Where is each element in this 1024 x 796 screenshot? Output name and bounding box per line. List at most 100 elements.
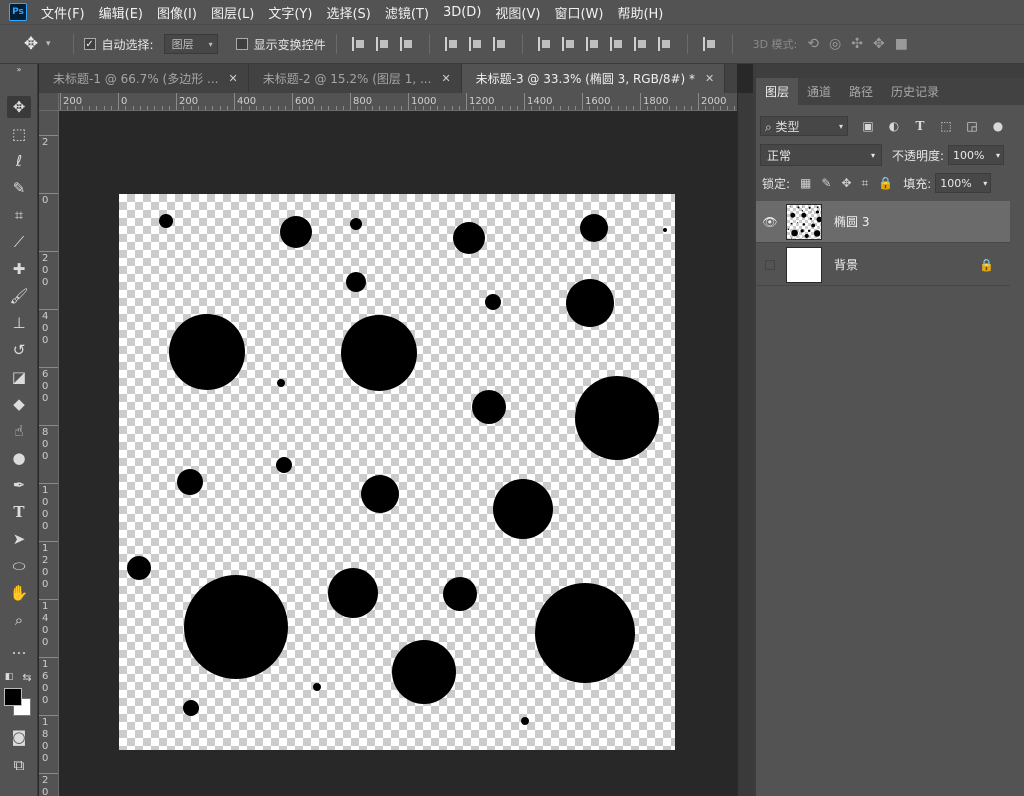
- eye-icon[interactable]: 👁: [756, 215, 784, 229]
- screen-mode-icon[interactable]: ⧉: [7, 754, 31, 776]
- move-tool-icon[interactable]: ✥: [20, 34, 42, 54]
- menu-view[interactable]: 视图(V): [495, 3, 540, 22]
- close-icon[interactable]: ✕: [705, 72, 714, 85]
- tab-channels[interactable]: 通道: [798, 78, 840, 105]
- menu-type[interactable]: 文字(Y): [268, 3, 312, 22]
- path-selection-tool-icon[interactable]: ➤: [7, 528, 31, 550]
- marquee-tool-icon[interactable]: ⬚: [7, 123, 31, 145]
- lasso-tool-icon[interactable]: ℓ: [7, 150, 31, 172]
- menu-window[interactable]: 窗口(W): [554, 3, 603, 22]
- layer-name[interactable]: 椭圆 3: [834, 213, 869, 230]
- align-hcenter-icon[interactable]: [468, 37, 483, 51]
- menu-image[interactable]: 图像(I): [157, 3, 197, 22]
- lock-artboard-icon[interactable]: ⌗: [862, 176, 869, 191]
- 3d-scale-icon[interactable]: ■: [895, 36, 908, 52]
- zoom-tool-icon[interactable]: ⌕: [7, 609, 31, 631]
- sponge-tool-icon[interactable]: ●: [7, 447, 31, 469]
- document-canvas[interactable]: [119, 194, 675, 750]
- pen-tool-icon[interactable]: ✒: [7, 474, 31, 496]
- layer-name[interactable]: 背景: [834, 256, 858, 273]
- close-icon[interactable]: ✕: [228, 72, 237, 85]
- lock-all-icon[interactable]: 🔒: [878, 176, 893, 190]
- move-tool-icon[interactable]: ✥: [7, 96, 31, 118]
- brush-tool-icon[interactable]: 🖌: [7, 285, 31, 307]
- ruler-corner[interactable]: [39, 93, 59, 111]
- tool-preset-chevron-icon[interactable]: ▾: [46, 39, 51, 49]
- ruler-tick: [39, 135, 58, 136]
- opacity-input[interactable]: 100% ▾: [948, 145, 1005, 165]
- vertical-scrollbar[interactable]: [737, 93, 753, 796]
- distribute-hcenter-icon[interactable]: [633, 37, 648, 51]
- filter-type-icon[interactable]: T: [914, 119, 926, 133]
- tab-document-2[interactable]: 未标题-2 @ 15.2% (图层 1, ... ✕: [249, 64, 462, 93]
- close-icon[interactable]: ✕: [441, 72, 450, 85]
- paint-bucket-tool-icon[interactable]: ◆: [7, 393, 31, 415]
- menu-3d[interactable]: 3D(D): [443, 5, 481, 20]
- layer-row[interactable]: 背景 🔒: [756, 244, 1010, 286]
- more-tools-icon[interactable]: …: [7, 638, 31, 660]
- blend-mode-select[interactable]: 正常 ▾: [760, 144, 882, 166]
- auto-select-dropdown[interactable]: 图层 ▾: [163, 34, 218, 54]
- panel-header[interactable]: [756, 64, 1024, 78]
- align-bottom-icon[interactable]: [399, 37, 414, 51]
- menu-layer[interactable]: 图层(L): [211, 3, 254, 22]
- hand-tool-icon[interactable]: ✋: [7, 582, 31, 604]
- menu-help[interactable]: 帮助(H): [617, 3, 663, 22]
- menu-edit[interactable]: 编辑(E): [99, 3, 143, 22]
- history-brush-tool-icon[interactable]: ↺: [7, 339, 31, 361]
- visibility-toggle[interactable]: [765, 259, 775, 270]
- quick-mask-icon[interactable]: ◙: [7, 726, 31, 748]
- distribute-vcenter-icon[interactable]: [561, 37, 576, 51]
- layer-row[interactable]: 👁 椭圆 3: [756, 201, 1010, 243]
- ellipse-tool-icon[interactable]: ⬭: [7, 555, 31, 577]
- crop-tool-icon[interactable]: ⌗: [7, 204, 31, 226]
- eyedropper-tool-icon[interactable]: ⟋: [7, 231, 31, 253]
- lock-transparent-icon[interactable]: ▦: [800, 176, 811, 190]
- menu-filter[interactable]: 滤镜(T): [385, 3, 429, 22]
- align-right-icon[interactable]: [492, 37, 507, 51]
- horizontal-ruler[interactable]: 200 0 200 400 600 800 1000 1200 1400 1600 1800 2000: [59, 93, 737, 111]
- tab-layers[interactable]: 图层: [756, 78, 799, 105]
- distribute-left-icon[interactable]: [609, 37, 624, 51]
- auto-align-icon[interactable]: [702, 37, 717, 51]
- fill-input[interactable]: 100% ▾: [935, 173, 992, 193]
- default-colors-icon[interactable]: ◧: [2, 666, 16, 688]
- 3d-slide-icon[interactable]: ✥: [873, 36, 885, 52]
- align-left-icon[interactable]: [444, 37, 459, 51]
- tab-history[interactable]: 历史记录: [882, 78, 948, 105]
- vertical-ruler[interactable]: 2 0 200 400 600 800 1000 1200 1400 1600 1800 2000: [39, 111, 59, 796]
- filter-shape-icon[interactable]: ⬚: [940, 119, 952, 133]
- filter-pixel-icon[interactable]: ▣: [862, 119, 874, 133]
- menu-select[interactable]: 选择(S): [326, 3, 370, 22]
- auto-select-checkbox[interactable]: ✓: [83, 38, 96, 50]
- healing-brush-tool-icon[interactable]: ✚: [7, 258, 31, 280]
- type-tool-icon[interactable]: T: [7, 501, 31, 523]
- menu-file[interactable]: 文件(F): [41, 3, 85, 22]
- filter-toggle-icon[interactable]: ●: [992, 119, 1004, 133]
- foreground-color-swatch[interactable]: [4, 688, 22, 706]
- clone-stamp-tool-icon[interactable]: ⊥: [7, 312, 31, 334]
- smudge-tool-icon[interactable]: ☝: [7, 420, 31, 442]
- 3d-rotate-icon[interactable]: ⟲: [807, 36, 819, 52]
- layer-filter-select[interactable]: ⌕ 类型 ▾: [760, 116, 848, 136]
- canvas-workspace[interactable]: [60, 112, 737, 796]
- eraser-tool-icon[interactable]: ◪: [7, 366, 31, 388]
- tab-paths[interactable]: 路径: [840, 78, 882, 105]
- distribute-bottom-icon[interactable]: [585, 37, 600, 51]
- filter-smart-object-icon[interactable]: ◲: [966, 119, 978, 133]
- swap-colors-icon[interactable]: ⇆: [20, 666, 34, 688]
- align-vcenter-icon[interactable]: [375, 37, 390, 51]
- lock-image-icon[interactable]: ✎: [821, 176, 831, 190]
- distribute-top-icon[interactable]: [537, 37, 552, 51]
- tab-document-1[interactable]: 未标题-1 @ 66.7% (多边形 ... ✕: [39, 64, 249, 93]
- tab-document-3[interactable]: 未标题-3 @ 33.3% (椭圆 3, RGB/8#) * ✕: [461, 64, 726, 93]
- distribute-right-icon[interactable]: [657, 37, 672, 51]
- collapse-chevron-icon[interactable]: »: [7, 64, 31, 74]
- 3d-roll-icon[interactable]: ◎: [829, 36, 841, 52]
- lock-position-icon[interactable]: ✥: [841, 176, 851, 190]
- quick-select-tool-icon[interactable]: ✎: [7, 177, 31, 199]
- 3d-pan-icon[interactable]: ✣: [851, 36, 863, 52]
- align-top-icon[interactable]: [351, 37, 366, 51]
- filter-adjustment-icon[interactable]: ◐: [888, 119, 900, 133]
- show-transform-checkbox[interactable]: [235, 38, 248, 50]
